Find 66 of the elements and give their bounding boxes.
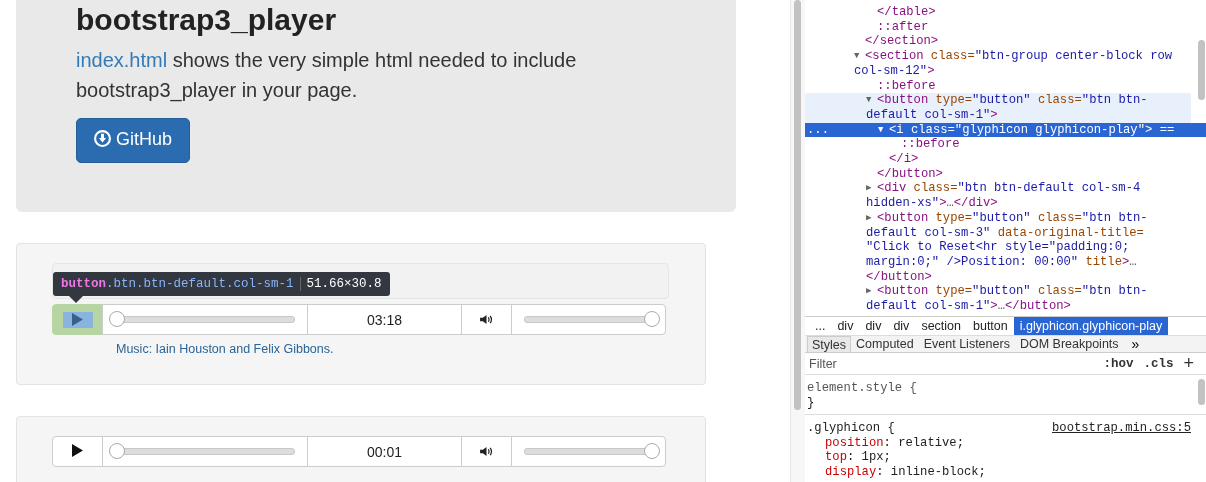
more-button[interactable]: ... (807, 122, 829, 138)
time-display[interactable]: 00:01 (307, 436, 462, 467)
volume-button[interactable] (461, 436, 512, 467)
breadcrumb-item[interactable]: div (859, 317, 888, 335)
new-rule-button[interactable]: + (1183, 353, 1194, 374)
seek-slider[interactable] (102, 304, 308, 335)
play-icon (72, 313, 83, 326)
play-button[interactable] (52, 436, 103, 467)
dom-node[interactable]: </section> (805, 34, 1191, 50)
class-toggle[interactable]: .cls (1143, 356, 1174, 371)
dom-node[interactable]: ▼ <section class="btn-group center-block row col-sm-12"> (805, 49, 1191, 79)
breadcrumb-item[interactable]: section (915, 317, 967, 335)
rule-selector: .glyphicon { (807, 421, 895, 436)
toggle-icon[interactable]: ▼ (878, 124, 884, 135)
dom-node[interactable]: ::after (805, 19, 1191, 35)
css-property[interactable]: display: inline-block; (807, 464, 1191, 479)
source-link[interactable]: bootstrap.min.css:5 (1052, 421, 1191, 436)
panel-tab[interactable]: Event Listeners (918, 336, 1015, 352)
breadcrumb-item[interactable]: ... (809, 317, 832, 335)
toggle-icon[interactable]: ▶ (866, 183, 872, 194)
volume-slider[interactable] (511, 436, 666, 467)
slider-thumb[interactable] (109, 311, 125, 327)
dom-node[interactable]: </table> (805, 5, 1191, 20)
intro-paragraph: index.html shows the very simple html needed to include bootstrap3_player in your page. (76, 48, 578, 104)
toggle-icon[interactable]: ▼ (866, 95, 872, 106)
breadcrumb-item[interactable]: div (887, 317, 916, 335)
panel-tab[interactable]: Computed (851, 336, 919, 352)
hover-state-toggle[interactable]: :hov (1103, 356, 1134, 371)
panel-tab[interactable]: Styles (807, 336, 852, 352)
dom-node[interactable]: ::before (805, 78, 1191, 94)
css-property[interactable]: position: relative; (807, 435, 1191, 450)
time-display[interactable]: 03:18 (307, 304, 462, 335)
github-button[interactable]: GitHub (76, 118, 190, 163)
slider-thumb[interactable] (644, 311, 660, 327)
music-credit: Music: Iain Houston and Felix Gibbons. (116, 342, 335, 356)
filter-field[interactable]: Filter (807, 355, 1094, 372)
dom-node[interactable]: ▶ <button type="button" class="btn btn- default col-sm-3" data-original-title= "Click to Reset<hr style="padding:0; margin:0;" />Position: 00:00" title>… </button> (805, 210, 1191, 285)
rule-selector: element.style { (807, 381, 917, 396)
slider-thumb[interactable] (644, 443, 660, 459)
dom-node[interactable]: ▶ <div class="btn btn-default col-sm-4 hidden-xs">…</div> (805, 181, 1191, 211)
volume-slider[interactable] (511, 304, 666, 335)
rule-brace: } (807, 395, 816, 410)
dom-node[interactable]: ▶ <button type="button" class="btn btn- default col-sm-1">…</button> (805, 284, 1191, 314)
breadcrumb-item[interactable]: div (831, 317, 860, 335)
index-link[interactable]: index.html (76, 49, 168, 71)
play-icon (72, 443, 83, 457)
css-property[interactable]: top: 1px; (807, 450, 1191, 465)
scrollbar[interactable] (790, 0, 805, 482)
speaker-icon (480, 314, 493, 325)
page-title: bootstrap3_player (76, 4, 338, 36)
download-icon (94, 130, 111, 147)
panel-tab[interactable]: DOM Breakpoints (1014, 336, 1124, 352)
toggle-icon[interactable]: ▼ (854, 51, 860, 62)
more-tabs-button[interactable]: » (1123, 336, 1148, 352)
dom-node[interactable]: </i> (805, 152, 1191, 167)
breadcrumb-item[interactable]: i.glyphicon.glyphicon-play (1013, 317, 1169, 335)
breadcrumb-item[interactable]: button (967, 317, 1014, 335)
dom-node[interactable]: </button> (805, 166, 1191, 182)
toggle-icon[interactable]: ▶ (866, 212, 872, 223)
slider-thumb[interactable] (109, 443, 125, 459)
toggle-icon[interactable]: ▶ (866, 286, 872, 297)
speaker-icon (480, 446, 493, 457)
dom-node[interactable]: ▼ <button type="button" class="btn btn- default col-sm-1"> (805, 93, 1191, 123)
dom-node[interactable]: ::before (805, 137, 1191, 153)
volume-button[interactable] (461, 304, 512, 335)
seek-slider[interactable] (102, 436, 308, 467)
